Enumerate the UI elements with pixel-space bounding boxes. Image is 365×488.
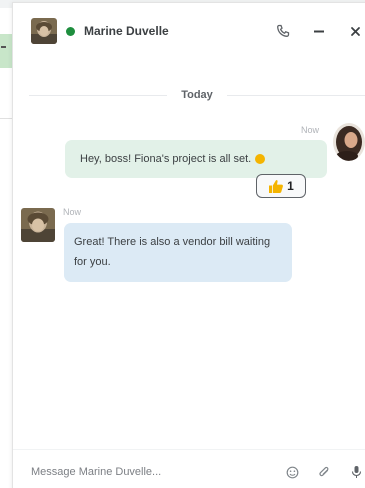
header-actions	[273, 22, 365, 40]
chat-window: Marine Duvelle Today Now Hey, boss! Fion…	[12, 2, 365, 488]
reaction-count: 1	[287, 179, 294, 193]
reaction-badge[interactable]: 1	[256, 174, 306, 198]
contact-message-avatar	[21, 208, 55, 242]
phone-icon	[277, 24, 290, 37]
voice-button[interactable]	[347, 464, 365, 480]
close-button[interactable]	[345, 22, 365, 40]
message-timestamp: Now	[63, 207, 82, 217]
message-bubble-outgoing[interactable]: Hey, boss! Fiona's project is all set.	[65, 140, 327, 178]
my-avatar	[333, 123, 365, 161]
contact-avatar	[31, 18, 57, 44]
minimize-icon	[314, 30, 324, 33]
background-app-divider	[0, 118, 12, 119]
thumbs-up-icon	[269, 179, 284, 193]
divider-line	[29, 94, 168, 96]
smile-emoji	[255, 154, 266, 164]
attachment-icon	[318, 466, 328, 476]
contact-name: Marine Duvelle	[84, 24, 169, 38]
close-icon	[350, 26, 360, 36]
emoji-button[interactable]	[283, 464, 301, 480]
message-text: Hey, boss! Fiona's project is all set.	[80, 153, 252, 165]
message-composer	[13, 449, 365, 488]
emoji-icon	[286, 466, 298, 478]
message-text: Great! There is also a vendor bill waiti…	[74, 236, 271, 268]
day-separator: Today	[29, 89, 365, 101]
phone-button[interactable]	[273, 22, 293, 40]
screen: Marine Duvelle Today Now Hey, boss! Fion…	[0, 0, 365, 488]
composer-actions	[283, 464, 365, 480]
attach-button[interactable]	[315, 464, 333, 480]
chat-header[interactable]: Marine Duvelle	[13, 3, 365, 59]
minimize-button[interactable]	[309, 22, 329, 40]
background-app-tab	[0, 34, 12, 68]
message-timestamp: Now	[301, 125, 320, 135]
divider-line	[226, 94, 365, 96]
day-separator-label: Today	[181, 89, 213, 101]
online-status-dot	[66, 26, 75, 36]
microphone-icon	[351, 466, 361, 478]
message-input[interactable]	[29, 465, 273, 479]
message-bubble-incoming[interactable]: Great! There is also a vendor bill waiti…	[64, 223, 292, 282]
